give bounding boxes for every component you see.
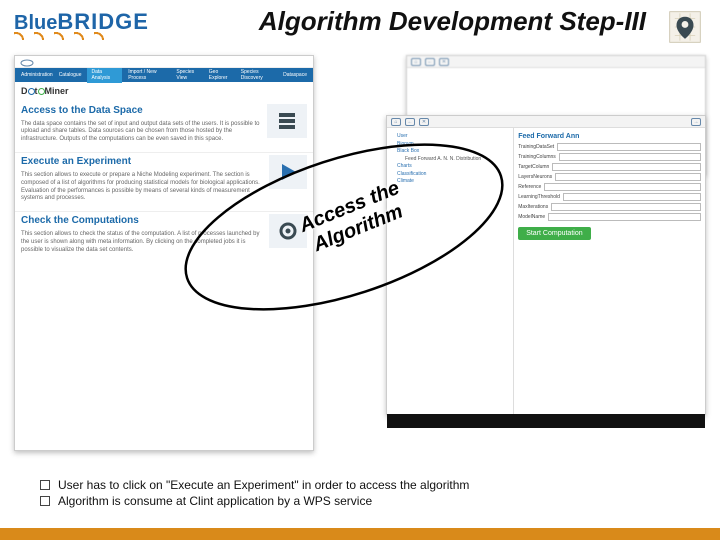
nav-item[interactable]: Administration [21,72,53,79]
dataspace-icon [267,104,307,138]
toolbar-icon[interactable]: ✕ [439,58,449,66]
field-label: TargetColumn [518,164,549,171]
field-input[interactable] [559,153,701,161]
bullet-text: Algorithm is consume at Clint applicatio… [58,494,372,508]
toolbar-icon[interactable]: ← [425,58,435,66]
field-input[interactable] [548,213,701,221]
map-pin-icon [668,10,702,44]
field-label: Reference [518,184,541,191]
toolbar-icon[interactable]: ⌂ [411,58,421,66]
form-title: Feed Forward Ann [518,132,701,141]
field-input[interactable] [555,173,701,181]
field-label: TrainingDataSet [518,144,554,151]
field-input[interactable] [544,183,701,191]
remove-icon[interactable]: ✕ [419,118,429,126]
nav-item[interactable]: Species View [176,69,202,82]
field-label: ModelName [518,214,545,221]
nav-item[interactable]: Geo Explorer [209,69,235,82]
portal-navbar: Administration Catalogue Data Analysis I… [15,68,313,82]
bullet-list: User has to click on "Execute an Experim… [40,476,469,510]
slide-title: Algorithm Development Step-III [259,6,646,37]
goto-icon[interactable]: → [691,118,701,126]
logo-wave [14,30,114,40]
field-input[interactable] [563,193,701,201]
taskbar [387,414,705,428]
checkbox-icon [40,496,50,506]
field-label: LayersNeurons [518,174,552,181]
nav-item[interactable]: Catalogue [59,72,82,79]
back-icon[interactable]: ← [405,118,415,126]
field-input[interactable] [552,163,701,171]
toolbar: ⌂ ← ✕ [407,56,705,68]
nav-item[interactable]: Species Discovery [241,69,277,82]
toolbar: ⌂ ← ✕ → [387,116,705,128]
nav-item[interactable]: Import / New Process [128,69,170,82]
dataminer-brand: DtMiner [15,82,313,102]
field-input[interactable] [557,143,701,151]
algorithm-form: Feed Forward Ann TrainingDataSet Trainin… [514,128,705,414]
checkbox-icon [40,480,50,490]
start-computation-button[interactable]: Start Computation [518,227,590,240]
bullet-text: User has to click on "Execute an Experim… [58,478,469,492]
field-label: MaxIterations [518,204,548,211]
home-icon[interactable]: ⌂ [391,118,401,126]
field-input[interactable] [551,203,701,211]
field-label: LearningThreshold [518,194,560,201]
nav-item[interactable]: Dataspace [283,72,307,79]
nav-item[interactable]: Data Analysis [87,68,122,83]
footer-bar [0,528,720,540]
field-label: TrainingColumns [518,154,556,161]
cloud-icon [19,57,35,67]
